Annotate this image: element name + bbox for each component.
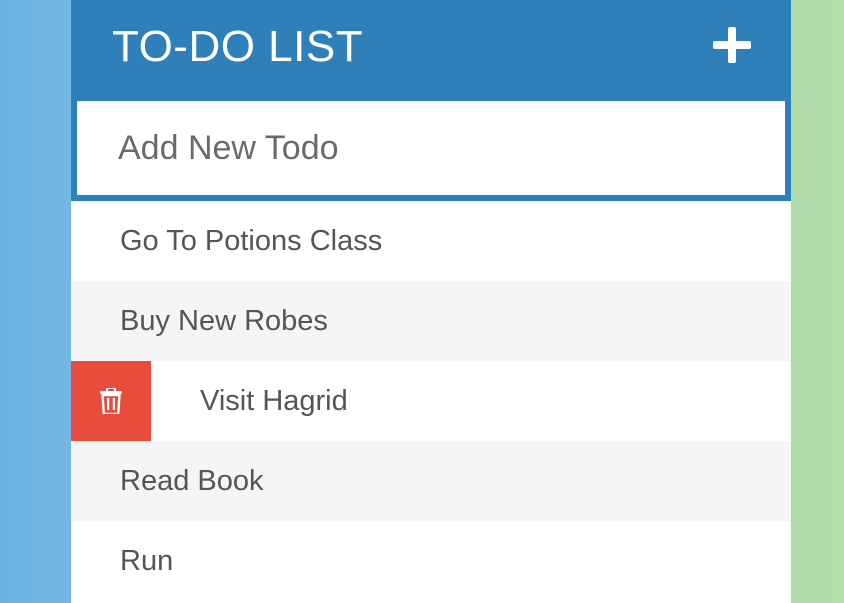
plus-icon[interactable] xyxy=(713,27,751,63)
todo-item[interactable]: Go To Potions Class xyxy=(71,201,791,281)
todo-text: Visit Hagrid xyxy=(200,384,348,417)
trash-icon xyxy=(100,388,122,414)
todo-text: Buy New Robes xyxy=(120,304,328,337)
delete-button[interactable] xyxy=(71,361,151,441)
todo-list: Go To Potions Class Buy New Robes Visit … xyxy=(71,201,791,601)
todo-item[interactable]: Run xyxy=(71,521,791,601)
todo-item[interactable]: Visit Hagrid xyxy=(71,361,791,441)
todo-app: TO-DO LIST Go To Potions Class Buy New R… xyxy=(71,0,791,603)
todo-text: Go To Potions Class xyxy=(120,224,383,257)
todo-text: Run xyxy=(120,544,174,577)
page-title: TO-DO LIST xyxy=(112,22,364,71)
new-todo-wrapper xyxy=(71,96,791,201)
todo-text: Read Book xyxy=(120,464,264,497)
header: TO-DO LIST xyxy=(71,0,791,96)
todo-item[interactable]: Buy New Robes xyxy=(71,281,791,361)
new-todo-input[interactable] xyxy=(77,101,785,195)
todo-item[interactable]: Read Book xyxy=(71,441,791,521)
